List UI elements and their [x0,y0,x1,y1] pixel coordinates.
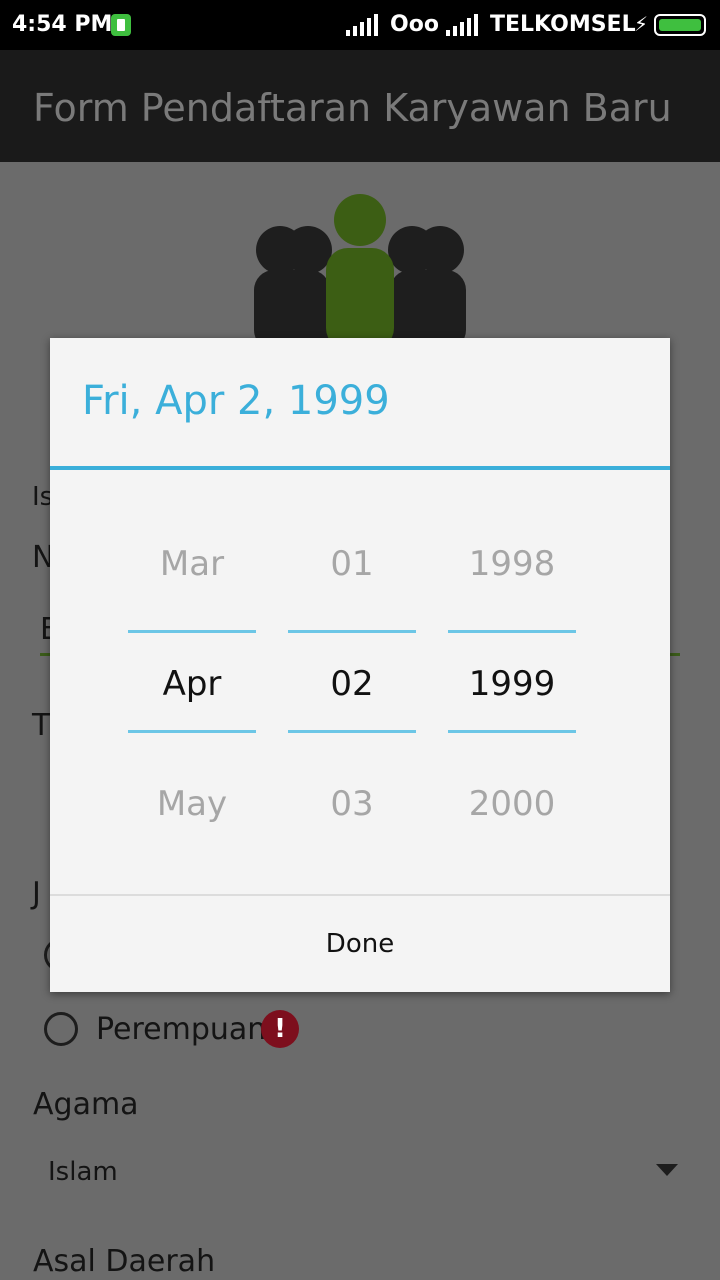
date-picker-header: Fri, Apr 2, 1999 [82,378,390,424]
employees-logo-icon [254,194,466,350]
month-prev[interactable]: Mar [128,544,256,584]
signal-icon-2 [446,14,480,36]
origin-label: Asal Daerah [33,1244,216,1279]
month-selector-line-top [128,630,256,633]
year-selector-line-top [448,630,576,633]
error-icon: ! [261,1010,299,1048]
signal-icon [346,14,380,36]
religion-select[interactable]: Islam [48,1157,118,1187]
day-next[interactable]: 03 [288,784,416,824]
day-prev[interactable]: 01 [288,544,416,584]
month-selector-line-bottom [128,730,256,733]
notification-icon [111,14,131,36]
year-selector-line-bottom [448,730,576,733]
day-spinner[interactable]: 01 02 03 [288,498,416,898]
month-next[interactable]: May [128,784,256,824]
day-selector-line-bottom [288,730,416,733]
day-selector-line-top [288,630,416,633]
form-label-partial-3: T [32,708,51,743]
religion-label: Agama [33,1087,139,1122]
year-spinner[interactable]: 1998 1999 2000 [448,498,576,898]
app-title: Form Pendaftaran Karyawan Baru [33,86,672,130]
month-current[interactable]: Apr [128,664,256,704]
day-current[interactable]: 02 [288,664,416,704]
date-picker-dialog: Fri, Apr 2, 1999 Mar Apr May 01 02 03 19… [50,338,670,992]
form-label-partial-4: J [32,876,41,911]
radio-female[interactable] [44,1012,78,1046]
carrier-1: Ooo [390,12,439,37]
year-prev[interactable]: 1998 [448,544,576,584]
status-time: 4:54 PM [12,12,113,37]
charging-icon: ⚡ [634,12,649,36]
done-button[interactable]: Done [50,896,670,992]
header-divider [50,466,670,470]
app-bar: Form Pendaftaran Karyawan Baru [0,50,720,162]
radio-female-label[interactable]: Perempuan [96,1012,266,1047]
month-spinner[interactable]: Mar Apr May [128,498,256,898]
year-current[interactable]: 1999 [448,664,576,704]
status-bar: 4:54 PM Ooo TELKOMSEL ⚡ [0,0,720,50]
year-next[interactable]: 2000 [448,784,576,824]
battery-icon [654,14,706,36]
dropdown-arrow-icon[interactable] [656,1164,678,1176]
carrier-2: TELKOMSEL [490,12,636,37]
